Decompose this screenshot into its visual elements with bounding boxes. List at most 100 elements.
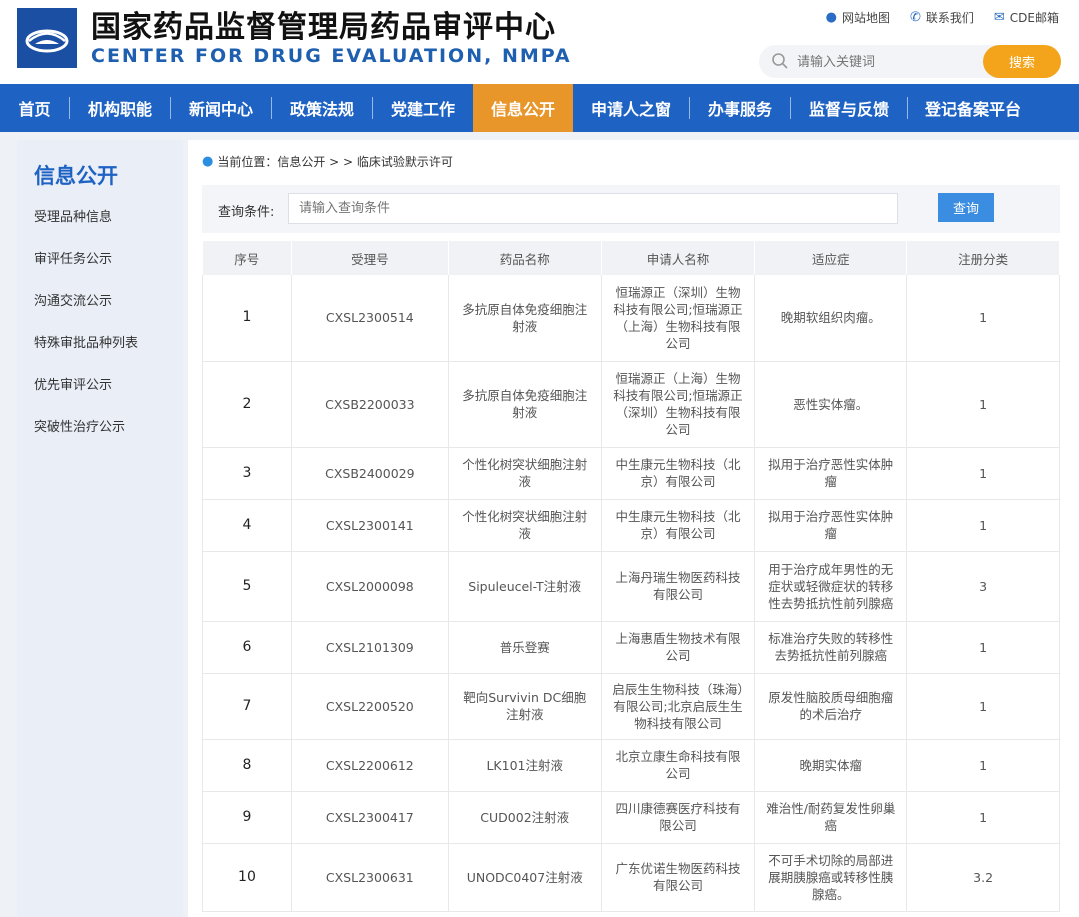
cell-indication: 晚期实体瘤 <box>754 739 908 792</box>
cde-mail-label: CDE邮箱 <box>1009 11 1059 25</box>
sidebar-item-breakthrough[interactable]: 突破性治疗公示 <box>34 420 138 462</box>
sidebar-title: 信息公开 <box>34 164 118 188</box>
cell-acceptance-number: CXSB2200033 <box>291 361 449 448</box>
nav-feedback[interactable]: 监督与反馈 <box>791 84 907 132</box>
nav-functions[interactable]: 机构职能 <box>70 84 170 132</box>
sidebar-item-priority-review[interactable]: 优先审评公示 <box>34 378 138 420</box>
cell-applicant-name: 广东优诺生物医药科技有限公司 <box>601 843 756 912</box>
site-map-link[interactable]: ● 网站地图 <box>826 9 890 26</box>
cell-drug-name: Sipuleucel-T注射液 <box>448 551 602 622</box>
cell-drug-name: 个性化树突状细胞注射液 <box>448 499 602 552</box>
main-content: ● 当前位置：信息公开 > > 临床试验默示许可 查询条件: 查询 序号 受理号… <box>188 140 1079 917</box>
query-label: 查询条件: <box>218 205 275 220</box>
cell-indication: 晚期软组织肉瘤。 <box>754 275 908 362</box>
phone-icon: ✆ <box>909 10 921 25</box>
site-search-input[interactable] <box>797 51 977 73</box>
table-row: 5 CXSL2000098 Sipuleucel-T注射液 上海丹瑞生物医药科技有限公… <box>202 551 1060 622</box>
nav-home[interactable]: 首页 <box>0 84 69 132</box>
cell-registration-class: 3 <box>906 551 1060 622</box>
table-row: 7 CXSL2200520 靶向Survivin DC细胞注射液 启辰生生物科技（珠海… <box>202 673 1060 740</box>
cde-logo[interactable] <box>17 8 77 68</box>
site-header: 国家药品监督管理局药品审评中心 CENTER FOR DRUG EVALUATI… <box>0 0 1079 84</box>
cell-row-index: 2 <box>202 361 292 448</box>
table-header-row: 序号 受理号 药品名称 申请人名称 适应症 注册分类 <box>202 241 1060 275</box>
cell-indication: 用于治疗成年男性的无症状或轻微症状的转移性去势抵抗性前列腺癌 <box>754 551 908 622</box>
cell-row-index: 3 <box>202 447 292 500</box>
nav-registration[interactable]: 登记备案平台 <box>908 84 1038 132</box>
cell-drug-name: 个性化树突状细胞注射液 <box>448 447 602 500</box>
column-header: 申请人名称 <box>601 241 756 275</box>
query-button[interactable]: 查询 <box>938 193 994 222</box>
nav-policy[interactable]: 政策法规 <box>272 84 372 132</box>
cell-row-index: 7 <box>202 673 292 740</box>
cell-registration-class: 1 <box>906 739 1060 792</box>
cell-drug-name: CUD002注射液 <box>448 791 602 844</box>
cell-acceptance-number: CXSL2000098 <box>291 551 449 622</box>
contact-us-label: 联系我们 <box>925 11 974 25</box>
sidebar-item-review-tasks[interactable]: 审评任务公示 <box>34 252 138 294</box>
site-search: 搜索 <box>759 45 1061 78</box>
cell-registration-class: 1 <box>906 447 1060 500</box>
cell-registration-class: 1 <box>906 275 1060 362</box>
site-search-button[interactable]: 搜索 <box>983 45 1061 78</box>
cell-registration-class: 3.2 <box>906 843 1060 912</box>
cell-acceptance-number: CXSL2300631 <box>291 843 449 912</box>
cde-mail-link[interactable]: ✉ CDE邮箱 <box>994 9 1059 26</box>
site-title-cn: 国家药品监督管理局药品审评中心 <box>91 10 556 45</box>
sidebar-item-special-approval[interactable]: 特殊审批品种列表 <box>34 336 138 378</box>
column-header: 序号 <box>202 241 292 275</box>
column-header: 药品名称 <box>448 241 602 275</box>
sidebar-list: 受理品种信息 审评任务公示 沟通交流公示 特殊审批品种列表 优先审评公示 突破性… <box>34 210 138 462</box>
cell-indication: 标准治疗失败的转移性去势抵抗性前列腺癌 <box>754 621 908 674</box>
query-input[interactable] <box>288 193 898 224</box>
cell-applicant-name: 恒瑞源正（上海）生物科技有限公司;恒瑞源正（深圳）生物科技有限公司 <box>601 361 756 448</box>
site-map-label: 网站地图 <box>841 11 890 25</box>
contact-us-link[interactable]: ✆ 联系我们 <box>910 9 974 26</box>
cell-acceptance-number: CXSL2101309 <box>291 621 449 674</box>
table-row: 8 CXSL2200612 LK101注射液 北京立康生命科技有限公司 晚期实体瘤 1 <box>202 739 1060 792</box>
logo-emblem-icon <box>17 8 77 68</box>
table-row: 3 CXSB2400029 个性化树突状细胞注射液 中生康元生物科技（北京）有限公司拟… <box>202 447 1060 500</box>
mail-icon: ✉ <box>993 10 1005 25</box>
table-row: 6 CXSL2101309 普乐登赛 上海惠盾生物技术有限公司 标准治疗失败的转移性去势… <box>202 621 1060 674</box>
cell-applicant-name: 上海惠盾生物技术有限公司 <box>601 621 756 674</box>
cell-applicant-name: 上海丹瑞生物医药科技有限公司 <box>601 551 756 622</box>
cell-row-index: 6 <box>202 621 292 674</box>
nav-applicant[interactable]: 申请人之窗 <box>573 84 689 132</box>
sidebar: 信息公开 受理品种信息 审评任务公示 沟通交流公示 特殊审批品种列表 优先审评公… <box>17 140 183 917</box>
cell-row-index: 10 <box>202 843 292 912</box>
site-title-en: CENTER FOR DRUG EVALUATION, NMPA <box>91 45 572 67</box>
cell-applicant-name: 北京立康生命科技有限公司 <box>601 739 756 792</box>
cell-acceptance-number: CXSL2200612 <box>291 739 449 792</box>
sidebar-item-accepted-varieties[interactable]: 受理品种信息 <box>34 210 138 252</box>
table-row: 2 CXSB2200033 多抗原自体免疫细胞注射液 恒瑞源正（上海）生物科技有限公司… <box>202 361 1060 448</box>
cell-row-index: 9 <box>202 791 292 844</box>
nav-info-public[interactable]: 信息公开 <box>473 84 573 132</box>
sidebar-item-communication[interactable]: 沟通交流公示 <box>34 294 138 336</box>
table-row: 9 CXSL2300417 CUD002注射液 四川康德赛医疗科技有限公司 难治性/耐药… <box>202 791 1060 844</box>
cell-indication: 拟用于治疗恶性实体肿瘤 <box>754 447 908 500</box>
cell-applicant-name: 中生康元生物科技（北京）有限公司 <box>601 447 756 500</box>
table-row: 10 CXSL2300631 UNODC0407注射液 广东优诺生物医药科技有限公司不… <box>202 843 1060 912</box>
table-row: 4 CXSL2300141 个性化树突状细胞注射液 中生康元生物科技（北京）有限公司拟… <box>202 499 1060 552</box>
column-header: 注册分类 <box>906 241 1060 275</box>
cell-applicant-name: 恒瑞源正（深圳）生物科技有限公司;恒瑞源正（上海）生物科技有限公司 <box>601 275 756 362</box>
nav-services[interactable]: 办事服务 <box>690 84 790 132</box>
column-header: 受理号 <box>291 241 449 275</box>
column-header: 适应症 <box>754 241 908 275</box>
table-row: 1 CXSL2300514 多抗原自体免疫细胞注射液 恒瑞源正（深圳）生物科技有限公司… <box>202 275 1060 362</box>
cell-drug-name: 普乐登赛 <box>448 621 602 674</box>
cell-drug-name: LK101注射液 <box>448 739 602 792</box>
cell-indication: 原发性脑胶质母细胞瘤的术后治疗 <box>754 673 908 740</box>
map-pin-icon: ● <box>825 10 837 25</box>
cell-row-index: 1 <box>202 275 292 362</box>
cell-registration-class: 1 <box>906 361 1060 448</box>
cell-row-index: 8 <box>202 739 292 792</box>
cell-acceptance-number: CXSL2200520 <box>291 673 449 740</box>
cell-drug-name: 多抗原自体免疫细胞注射液 <box>448 275 602 362</box>
nav-news[interactable]: 新闻中心 <box>171 84 271 132</box>
cell-indication: 恶性实体瘤。 <box>754 361 908 448</box>
cell-drug-name: 靶向Survivin DC细胞注射液 <box>448 673 602 740</box>
nav-party[interactable]: 党建工作 <box>373 84 473 132</box>
breadcrumb: ● 当前位置：信息公开 > > 临床试验默示许可 <box>202 153 453 170</box>
